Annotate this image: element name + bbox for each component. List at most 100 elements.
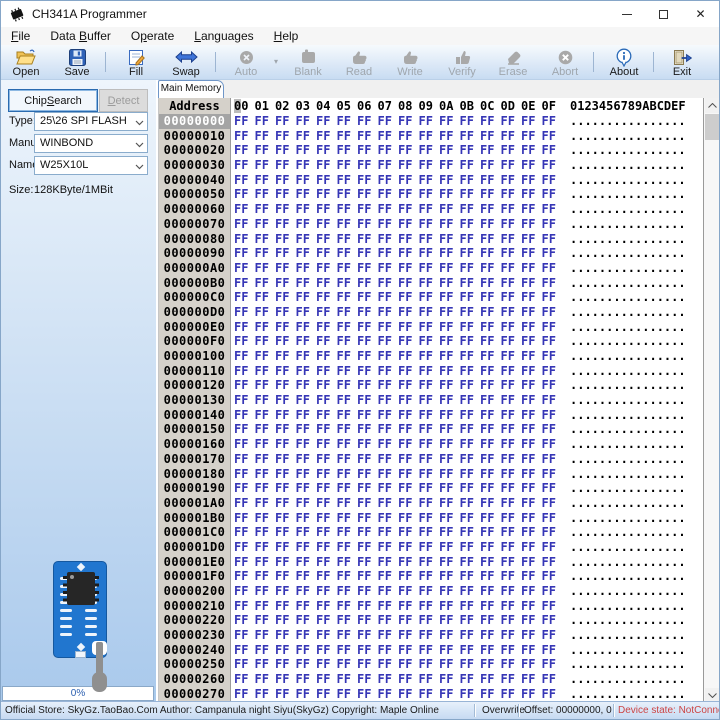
hex-byte[interactable]: FF: [501, 393, 522, 408]
hex-byte[interactable]: FF: [501, 232, 522, 247]
ascii-cell[interactable]: ................: [570, 496, 686, 511]
hex-byte[interactable]: FF: [296, 437, 317, 452]
hex-byte[interactable]: FF: [378, 187, 399, 202]
hex-byte[interactable]: FF: [255, 290, 276, 305]
hex-byte[interactable]: FF: [316, 378, 337, 393]
hex-byte[interactable]: FF: [439, 232, 460, 247]
chip-manufacturer-select[interactable]: WINBOND: [34, 134, 148, 153]
hex-byte[interactable]: FF: [316, 643, 337, 658]
hex-byte[interactable]: FF: [419, 540, 440, 555]
hex-byte[interactable]: FF: [480, 217, 501, 232]
hex-byte[interactable]: FF: [255, 496, 276, 511]
hex-byte[interactable]: FF: [398, 276, 419, 291]
hex-byte[interactable]: FF: [460, 290, 481, 305]
hex-byte[interactable]: FF: [521, 232, 542, 247]
hex-byte[interactable]: FF: [501, 187, 522, 202]
hex-byte[interactable]: FF: [521, 496, 542, 511]
hex-byte[interactable]: FF: [419, 320, 440, 335]
hex-byte[interactable]: FF: [357, 628, 378, 643]
hex-byte[interactable]: FF: [398, 525, 419, 540]
hex-byte[interactable]: FF: [480, 143, 501, 158]
ascii-cell[interactable]: ................: [570, 687, 686, 702]
hex-byte[interactable]: FF: [357, 584, 378, 599]
hex-byte[interactable]: FF: [460, 202, 481, 217]
hex-byte[interactable]: FF: [275, 599, 296, 614]
hex-byte[interactable]: FF: [460, 613, 481, 628]
hex-byte[interactable]: FF: [419, 672, 440, 687]
hex-byte[interactable]: FF: [316, 143, 337, 158]
hex-byte[interactable]: FF: [337, 173, 358, 188]
hex-byte[interactable]: FF: [542, 628, 563, 643]
ascii-cell[interactable]: ................: [570, 143, 686, 158]
hex-byte[interactable]: FF: [521, 217, 542, 232]
hex-byte[interactable]: FF: [316, 246, 337, 261]
hex-byte[interactable]: FF: [542, 511, 563, 526]
hex-byte[interactable]: FF: [337, 129, 358, 144]
hex-byte[interactable]: FF: [234, 261, 255, 276]
hex-byte[interactable]: FF: [480, 584, 501, 599]
hex-byte[interactable]: FF: [357, 305, 378, 320]
hex-byte[interactable]: FF: [542, 349, 563, 364]
hex-byte[interactable]: FF: [255, 349, 276, 364]
hex-byte[interactable]: FF: [378, 643, 399, 658]
hex-byte[interactable]: FF: [337, 143, 358, 158]
hex-byte[interactable]: FF: [460, 452, 481, 467]
hex-byte[interactable]: FF: [521, 613, 542, 628]
hex-byte[interactable]: FF: [501, 143, 522, 158]
ascii-cell[interactable]: ................: [570, 540, 686, 555]
hex-byte[interactable]: FF: [501, 422, 522, 437]
hex-byte[interactable]: FF: [337, 290, 358, 305]
hex-byte[interactable]: FF: [439, 158, 460, 173]
hex-byte[interactable]: FF: [480, 305, 501, 320]
hex-byte[interactable]: FF: [480, 496, 501, 511]
hex-byte[interactable]: FF: [296, 584, 317, 599]
hex-byte[interactable]: FF: [255, 540, 276, 555]
hex-byte[interactable]: FF: [234, 599, 255, 614]
hex-byte[interactable]: FF: [378, 525, 399, 540]
hex-byte[interactable]: FF: [255, 687, 276, 702]
hex-byte[interactable]: FF: [521, 422, 542, 437]
hex-byte[interactable]: FF: [419, 393, 440, 408]
hex-byte[interactable]: FF: [439, 481, 460, 496]
hex-byte[interactable]: FF: [255, 129, 276, 144]
hex-byte[interactable]: FF: [234, 202, 255, 217]
hex-byte[interactable]: FF: [378, 173, 399, 188]
ascii-cell[interactable]: ................: [570, 511, 686, 526]
hex-byte[interactable]: FF: [255, 657, 276, 672]
hex-byte[interactable]: FF: [357, 158, 378, 173]
ascii-cell[interactable]: ................: [570, 555, 686, 570]
hex-byte[interactable]: FF: [234, 129, 255, 144]
hex-byte[interactable]: FF: [316, 305, 337, 320]
hex-byte[interactable]: FF: [255, 467, 276, 482]
close-button[interactable]: ✕: [682, 1, 719, 27]
hex-byte[interactable]: FF: [275, 569, 296, 584]
hex-byte[interactable]: FF: [234, 452, 255, 467]
hex-byte[interactable]: FF: [296, 114, 317, 129]
hex-byte[interactable]: FF: [316, 393, 337, 408]
hex-byte[interactable]: FF: [378, 555, 399, 570]
hex-byte[interactable]: FF: [275, 657, 296, 672]
hex-byte[interactable]: FF: [357, 613, 378, 628]
hex-byte[interactable]: FF: [542, 129, 563, 144]
hex-byte[interactable]: FF: [501, 114, 522, 129]
hex-byte[interactable]: FF: [542, 584, 563, 599]
hex-byte[interactable]: FF: [316, 481, 337, 496]
hex-byte[interactable]: FF: [439, 657, 460, 672]
hex-byte[interactable]: FF: [501, 511, 522, 526]
hex-byte[interactable]: FF: [480, 187, 501, 202]
hex-byte[interactable]: FF: [316, 320, 337, 335]
hex-byte[interactable]: FF: [296, 525, 317, 540]
hex-byte[interactable]: FF: [439, 496, 460, 511]
hex-byte[interactable]: FF: [542, 334, 563, 349]
hex-byte[interactable]: FF: [316, 525, 337, 540]
hex-byte[interactable]: FF: [501, 261, 522, 276]
hex-byte[interactable]: FF: [357, 320, 378, 335]
hex-byte[interactable]: FF: [521, 364, 542, 379]
ascii-cell[interactable]: ................: [570, 246, 686, 261]
hex-byte[interactable]: FF: [398, 364, 419, 379]
hex-byte[interactable]: FF: [398, 496, 419, 511]
hex-byte[interactable]: FF: [316, 129, 337, 144]
hex-byte[interactable]: FF: [398, 349, 419, 364]
hex-byte[interactable]: FF: [398, 173, 419, 188]
hex-byte[interactable]: FF: [460, 378, 481, 393]
